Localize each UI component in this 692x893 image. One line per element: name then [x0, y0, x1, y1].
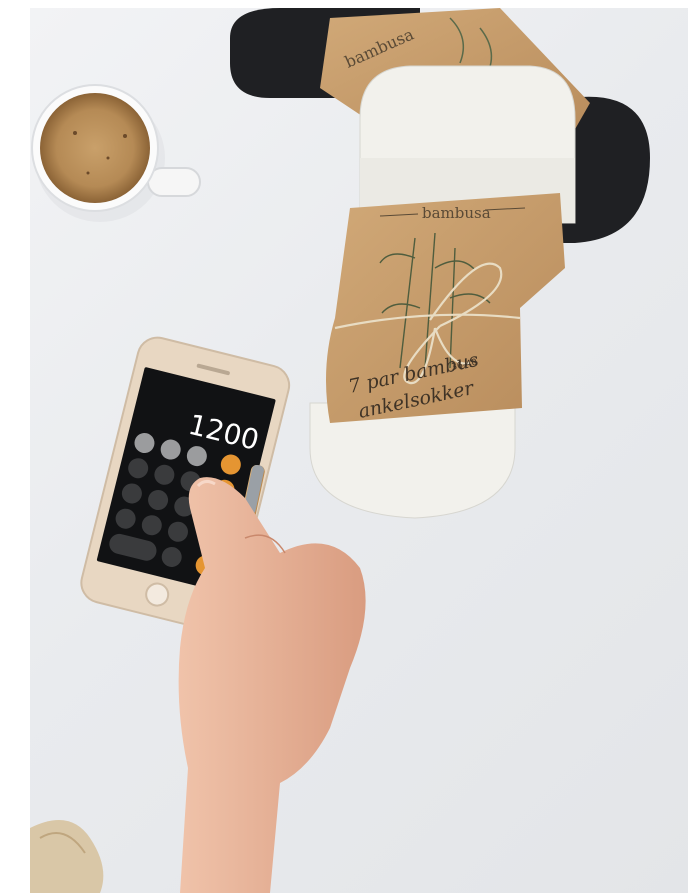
hair — [30, 820, 104, 893]
coffee-surface — [40, 93, 150, 203]
page: bambusa bambusa 7 par bambus ankelsokker… — [0, 0, 692, 893]
kraft-label: bambusa 7 par bambus ankelsokker 36-40 — [326, 193, 565, 423]
brand-label-text: bambusa — [422, 204, 491, 222]
product-photo: bambusa bambusa 7 par bambus ankelsokker… — [30, 8, 688, 893]
hand — [178, 477, 366, 893]
coffee-cup — [31, 84, 201, 222]
photo-scene: bambusa bambusa 7 par bambus ankelsokker… — [30, 8, 650, 893]
